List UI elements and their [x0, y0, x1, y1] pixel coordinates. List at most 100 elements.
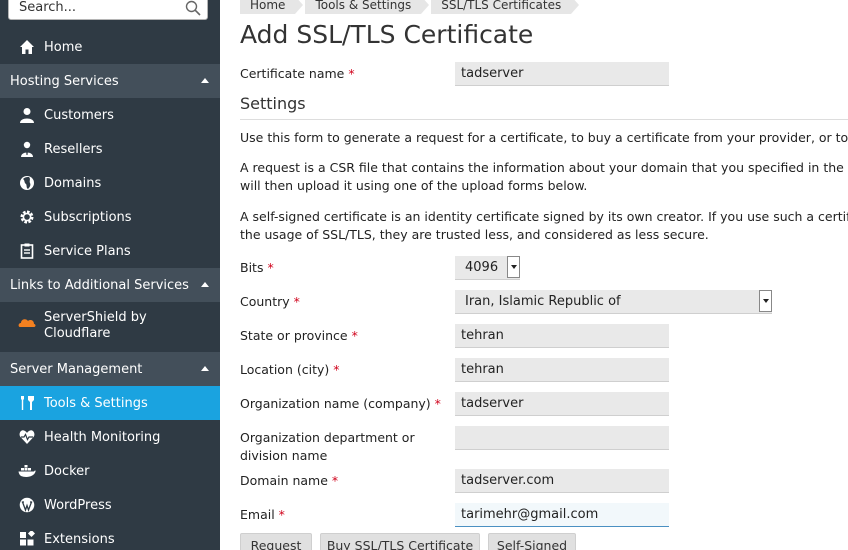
- bits-select[interactable]: 4096: [455, 256, 520, 280]
- gear-icon: [18, 208, 36, 226]
- sidebar-item-label: Docker: [44, 463, 90, 479]
- paragraph-text: will then upload it using one of the upl…: [240, 178, 588, 193]
- sidebar-item-label: ServerShield by Cloudflare: [44, 310, 147, 342]
- section-title: Server Management: [10, 361, 143, 377]
- label-text: State or province: [240, 328, 348, 343]
- city-field[interactable]: [455, 358, 669, 382]
- department-field[interactable]: [455, 426, 669, 450]
- sidebar-item-label: Extensions: [44, 531, 115, 547]
- sidebar-item-customers[interactable]: Customers: [0, 98, 220, 132]
- sidebar-item-home[interactable]: Home: [0, 30, 220, 64]
- organization-label: Organization name (company) *: [240, 395, 445, 413]
- sidebar-item-health-monitoring[interactable]: Health Monitoring: [0, 420, 220, 454]
- request-button[interactable]: Request: [240, 533, 312, 550]
- email-field[interactable]: [455, 503, 669, 527]
- collapse-caret-icon[interactable]: [201, 78, 209, 83]
- section-server-management[interactable]: Server Management: [0, 352, 220, 386]
- required-mark: *: [348, 66, 355, 81]
- breadcrumb-tools-settings[interactable]: Tools & Settings: [305, 0, 429, 14]
- sidebar: Home Hosting Services Customers Reseller…: [0, 0, 220, 550]
- sidebar-item-docker[interactable]: Docker: [0, 454, 220, 488]
- organization-field[interactable]: [455, 392, 669, 416]
- bits-label: Bits *: [240, 259, 445, 277]
- label-line: Cloudflare: [44, 326, 111, 341]
- sidebar-item-service-plans[interactable]: Service Plans: [0, 234, 220, 268]
- certificate-name-field[interactable]: [455, 62, 669, 86]
- paragraph-text: the usage of SSL/TLS, they are trusted l…: [240, 227, 709, 242]
- sidebar-item-servershield[interactable]: ServerShield by Cloudflare: [0, 310, 220, 350]
- paragraph-text: A request is a CSR file that contains th…: [240, 160, 848, 175]
- label-text: Certificate name: [240, 66, 345, 81]
- section-title: Links to Additional Services: [10, 277, 189, 293]
- sidebar-item-extensions[interactable]: Extensions: [0, 522, 220, 550]
- sidebar-item-domains[interactable]: Domains: [0, 166, 220, 200]
- label-text: Location (city): [240, 362, 330, 377]
- country-label: Country *: [240, 293, 445, 311]
- section-hosting-services[interactable]: Hosting Services: [0, 64, 220, 98]
- sidebar-item-label: Customers: [44, 107, 114, 123]
- label-text: division name: [240, 448, 328, 463]
- sidebar-item-subscriptions[interactable]: Subscriptions: [0, 200, 220, 234]
- breadcrumb: Home Tools & Settings SSL/TLS Certificat…: [240, 0, 581, 16]
- sidebar-item-label: Health Monitoring: [44, 429, 161, 445]
- heart-pulse-icon: [18, 428, 36, 446]
- sidebar-item-label: Domains: [44, 175, 102, 191]
- sidebar-item-label: Subscriptions: [44, 209, 132, 225]
- clipboard-icon: [18, 242, 36, 260]
- wordpress-icon: [18, 496, 36, 514]
- required-mark: *: [331, 473, 339, 488]
- collapse-caret-icon[interactable]: [201, 366, 209, 371]
- dropdown-arrow-icon[interactable]: [759, 290, 772, 312]
- tools-icon: [18, 394, 36, 412]
- country-select[interactable]: Iran, Islamic Republic of: [455, 290, 772, 314]
- user-icon: [18, 106, 36, 124]
- csr-paragraph: A request is a CSR file that contains th…: [240, 159, 848, 195]
- section-additional-services[interactable]: Links to Additional Services: [0, 268, 220, 302]
- department-label: Organization department or division name: [240, 429, 445, 465]
- required-mark: *: [351, 328, 358, 343]
- buy-certificate-button[interactable]: Buy SSL/TLS Certificate: [320, 533, 480, 550]
- search-box[interactable]: [8, 0, 208, 20]
- sidebar-item-label: WordPress: [44, 497, 112, 513]
- breadcrumb-ssl-certificates[interactable]: SSL/TLS Certificates: [431, 0, 580, 14]
- extensions-icon: [18, 530, 36, 548]
- sidebar-item-label: Resellers: [44, 141, 103, 157]
- domain-field[interactable]: [455, 469, 669, 493]
- sidebar-item-tools-settings[interactable]: Tools & Settings: [0, 386, 220, 420]
- settings-heading: Settings: [240, 94, 306, 113]
- docker-icon: [18, 462, 36, 480]
- divider: [240, 119, 848, 120]
- label-text: Bits: [240, 260, 264, 275]
- sidebar-item-wordpress[interactable]: WordPress: [0, 488, 220, 522]
- label-text: Organization name (company): [240, 396, 431, 411]
- selected-value: 4096: [465, 260, 499, 275]
- required-mark: *: [293, 294, 300, 309]
- main-content: Home Tools & Settings SSL/TLS Certificat…: [220, 0, 848, 550]
- paragraph-text: Use this form to generate a request for …: [240, 130, 848, 145]
- required-mark: *: [267, 260, 274, 275]
- selected-value: Iran, Islamic Republic of: [465, 294, 621, 309]
- label-line: ServerShield by: [44, 310, 147, 325]
- city-label: Location (city) *: [240, 361, 445, 379]
- required-mark: *: [434, 396, 441, 411]
- state-field[interactable]: [455, 324, 669, 348]
- dropdown-arrow-icon[interactable]: [507, 256, 520, 278]
- label-text: Email: [240, 507, 275, 522]
- section-title: Hosting Services: [10, 73, 119, 89]
- self-signed-button[interactable]: Self-Signed: [488, 533, 576, 550]
- label-text: Domain name: [240, 473, 328, 488]
- required-mark: *: [333, 362, 340, 377]
- intro-paragraph: Use this form to generate a request for …: [240, 129, 848, 147]
- paragraph-text: A self-signed certificate is an identity…: [240, 209, 848, 224]
- search-icon[interactable]: [185, 0, 201, 16]
- sidebar-item-resellers[interactable]: Resellers: [0, 132, 220, 166]
- search-input[interactable]: [19, 0, 179, 15]
- email-label: Email *: [240, 506, 445, 524]
- cloudflare-icon: [18, 313, 36, 331]
- self-signed-paragraph: A self-signed certificate is an identity…: [240, 208, 848, 244]
- collapse-caret-icon[interactable]: [201, 282, 209, 287]
- breadcrumb-home[interactable]: Home: [240, 0, 304, 14]
- label-text: Country: [240, 294, 290, 309]
- state-label: State or province *: [240, 327, 445, 345]
- globe-icon: [18, 174, 36, 192]
